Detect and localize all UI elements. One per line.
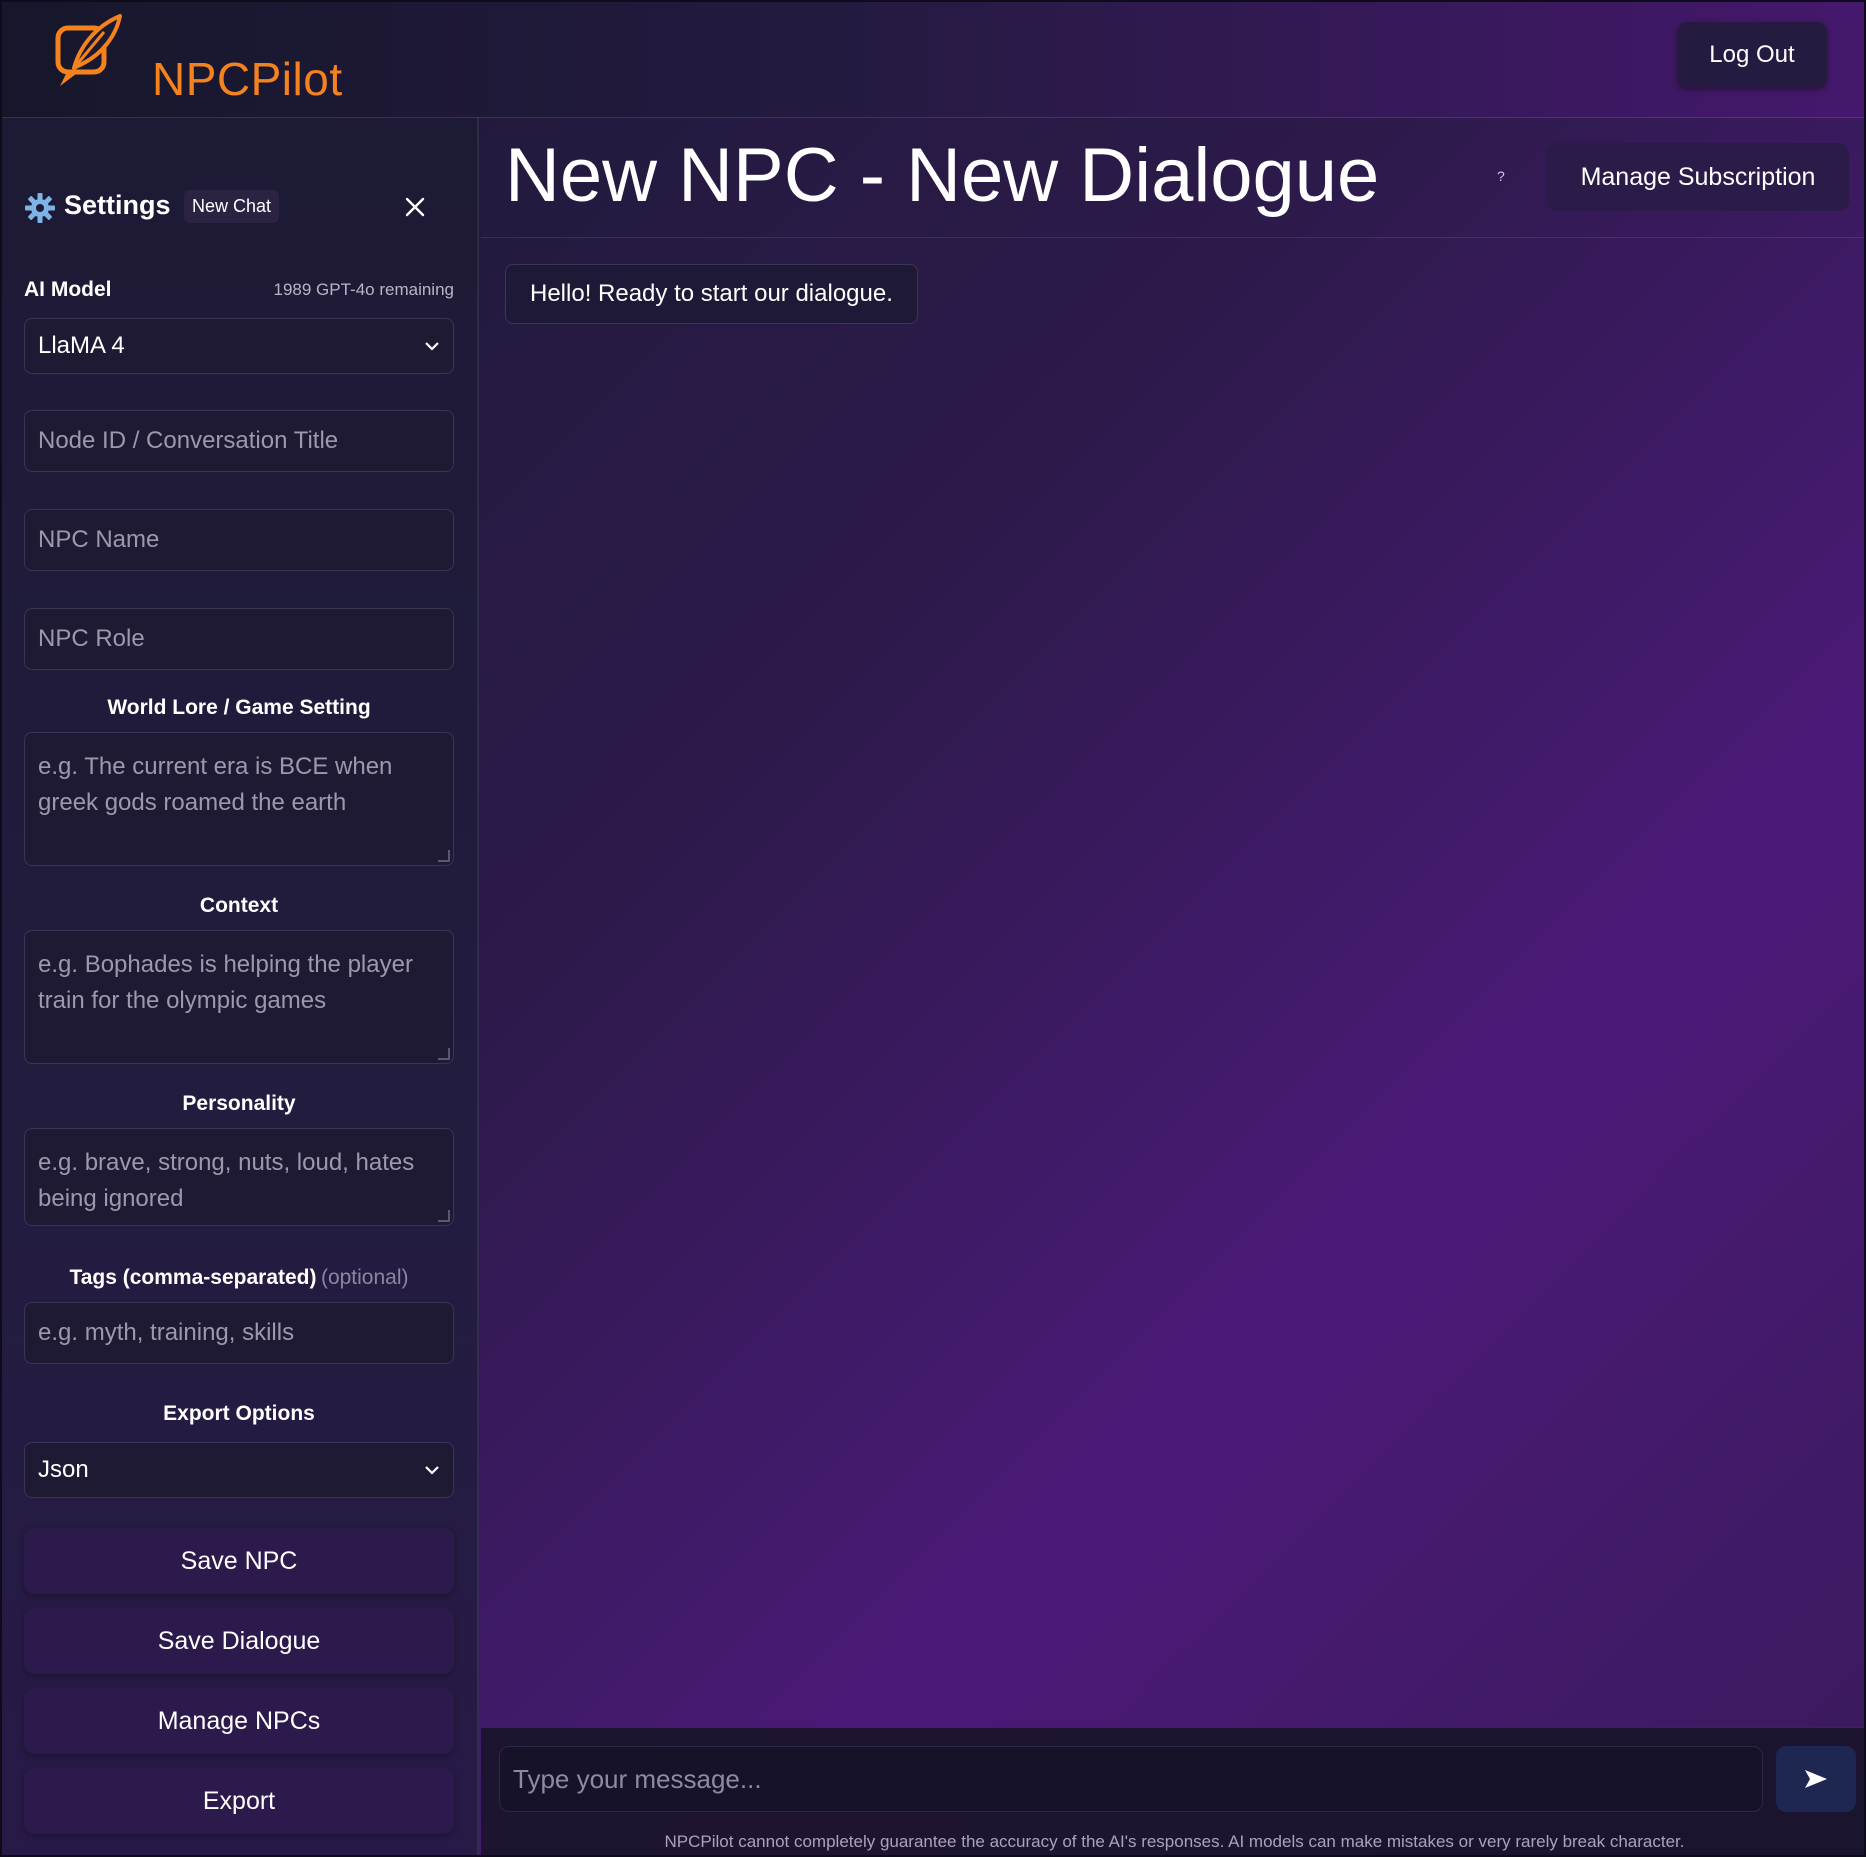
send-icon (1805, 1770, 1827, 1788)
npc-name-placeholder: NPC Name (38, 526, 160, 553)
app-name: NPCPilot (152, 53, 343, 105)
ai-model-row: AI Model 1989 GPT-4o remaining (24, 278, 454, 308)
message-placeholder: Type your message... (513, 1763, 762, 1794)
message-composer: Type your message... NPCPilot cannot com… (481, 1727, 1864, 1855)
settings-sidebar: Settings New Chat AI Model 1989 GPT-4o r… (2, 118, 479, 1855)
message-input[interactable]: Type your message... (499, 1746, 1763, 1812)
logout-button[interactable]: Log Out (1677, 22, 1827, 88)
ai-model-select[interactable]: LlaMA 4 (24, 318, 454, 374)
resize-handle[interactable] (438, 1048, 450, 1060)
ai-disclaimer: NPCPilot cannot completely guarantee the… (664, 1832, 1685, 1851)
personality-placeholder: e.g. brave, strong, nuts, loud, hates be… (38, 1149, 415, 1212)
npc-role-input[interactable]: NPC Role (24, 608, 454, 670)
tags-placeholder: e.g. myth, training, skills (38, 1319, 295, 1346)
gear-icon (25, 193, 55, 223)
gpt-remaining-count: 1989 GPT-4o remaining (273, 280, 455, 299)
send-button[interactable] (1776, 1746, 1856, 1812)
personality-textarea[interactable]: e.g. brave, strong, nuts, loud, hates be… (24, 1128, 454, 1226)
manage-npcs-button[interactable]: Manage NPCs (24, 1688, 454, 1754)
node-id-input[interactable]: Node ID / Conversation Title (24, 410, 454, 472)
chevron-down-icon (425, 1466, 439, 1475)
new-chat-button[interactable]: New Chat (184, 190, 280, 223)
sidebar-header: Settings New Chat (24, 188, 454, 228)
ai-model-label: AI Model (24, 278, 112, 301)
export-button[interactable]: Export (24, 1768, 454, 1834)
logo-icon (55, 14, 122, 86)
chat-message: Hello! Ready to start our dialogue. (505, 264, 918, 324)
settings-title: Settings (64, 190, 171, 220)
personality-label-row: Personality (24, 1092, 454, 1116)
world-lore-placeholder: e.g. The current era is BCE when greek g… (38, 753, 393, 816)
personality-label: Personality (182, 1092, 296, 1115)
save-dialogue-button[interactable]: Save Dialogue (24, 1608, 454, 1674)
context-textarea[interactable]: e.g. Bophades is helping the player trai… (24, 930, 454, 1064)
export-options-label: Export Options (163, 1402, 315, 1425)
main-header: New NPC - New Dialogue ? Manage Subscrip… (481, 118, 1864, 238)
app-frame: NPCPilot Log Out Settings New Chat AI Mo… (0, 0, 1866, 1857)
tags-label: Tags (comma-separated) (69, 1266, 317, 1289)
npc-role-placeholder: NPC Role (38, 625, 145, 652)
tags-input[interactable]: e.g. myth, training, skills (24, 1302, 454, 1364)
top-header: NPCPilot Log Out (2, 2, 1864, 118)
world-lore-label: World Lore / Game Setting (107, 696, 371, 719)
page-title: New NPC - New Dialogue (505, 133, 1380, 218)
export-format-select[interactable]: Json (24, 1442, 454, 1498)
context-label: Context (199, 894, 279, 917)
world-lore-textarea[interactable]: e.g. The current era is BCE when greek g… (24, 732, 454, 866)
tags-label-row: Tags (comma-separated) (optional) (24, 1266, 454, 1290)
resize-handle[interactable] (438, 1210, 450, 1222)
ai-model-value: LlaMA 4 (38, 332, 125, 359)
export-options-label-row: Export Options (24, 1402, 454, 1426)
close-icon[interactable] (402, 194, 428, 220)
save-npc-button[interactable]: Save NPC (24, 1528, 454, 1594)
help-icon[interactable]: ? (1497, 168, 1505, 184)
context-label-row: Context (24, 894, 454, 918)
world-lore-label-row: World Lore / Game Setting (24, 696, 454, 720)
tags-optional-hint: (optional) (320, 1266, 409, 1289)
resize-handle[interactable] (438, 850, 450, 862)
node-id-placeholder: Node ID / Conversation Title (38, 427, 339, 454)
manage-subscription-button[interactable]: Manage Subscription (1547, 143, 1849, 211)
chevron-down-icon (425, 342, 439, 351)
npc-name-input[interactable]: NPC Name (24, 509, 454, 571)
export-format-value: Json (38, 1456, 89, 1483)
context-placeholder: e.g. Bophades is helping the player trai… (38, 951, 413, 1014)
